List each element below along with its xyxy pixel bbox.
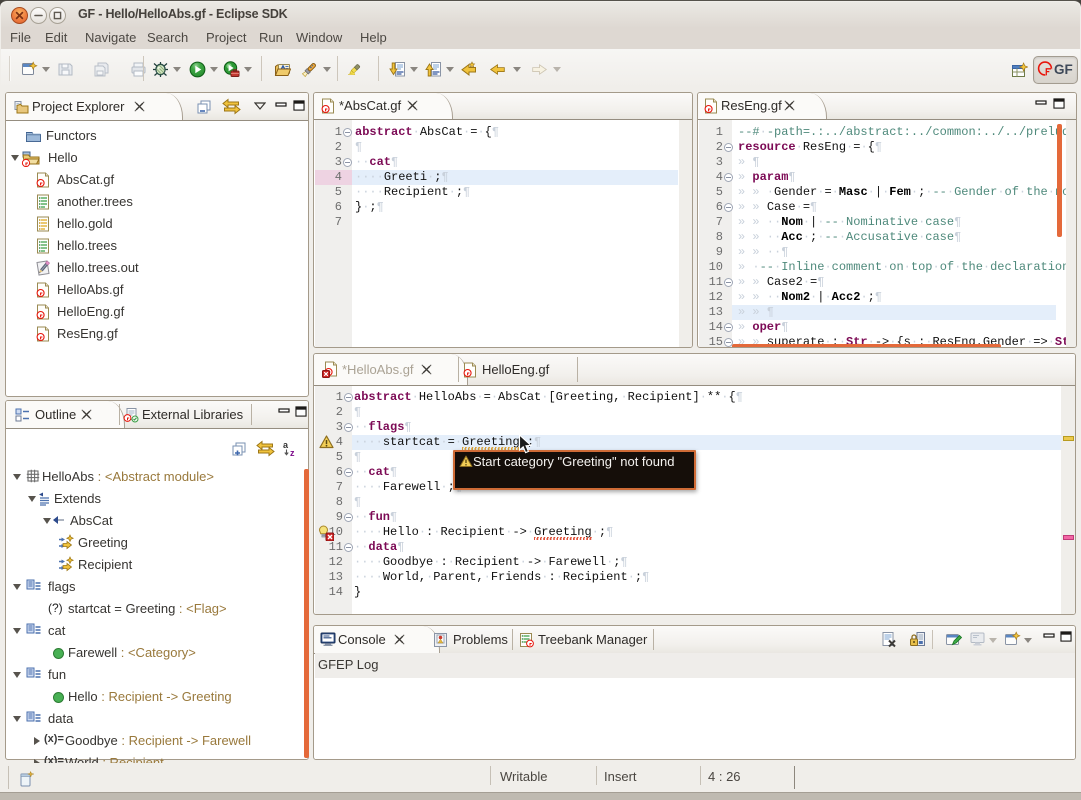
svg-text:a: a [283, 440, 289, 450]
svg-text:z: z [290, 448, 295, 457]
